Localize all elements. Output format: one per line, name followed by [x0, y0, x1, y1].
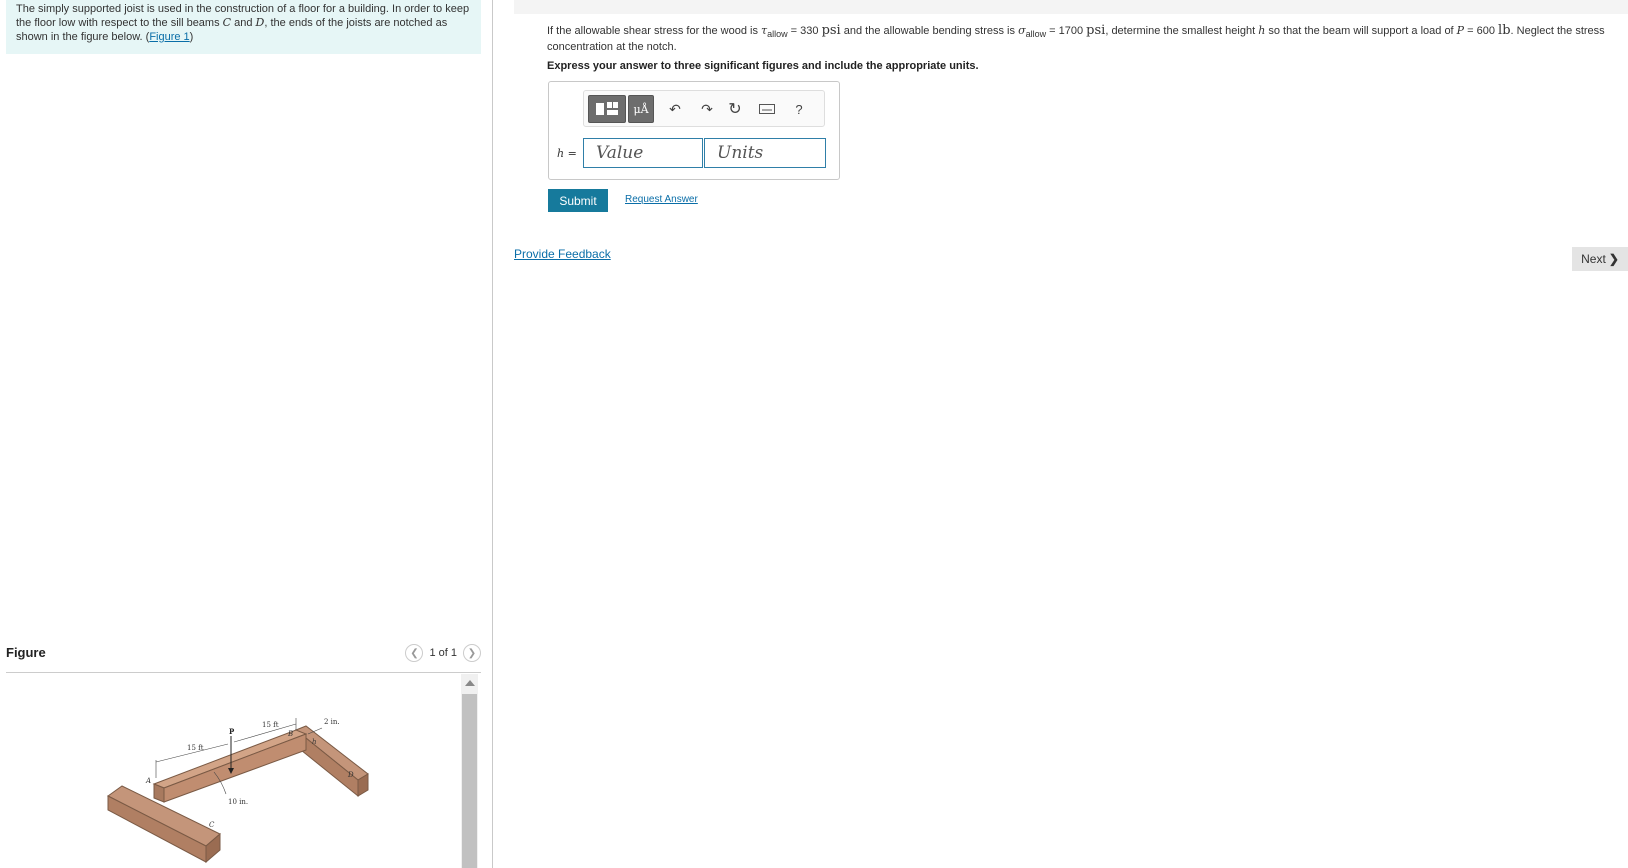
previous-figure-button[interactable]: ❮ — [405, 644, 424, 662]
label-2in: 2 in. — [324, 718, 340, 726]
label-15ft-right: 15 ft — [262, 721, 279, 729]
figure-pager: ❮ 1 of 1 ❯ — [405, 644, 481, 662]
figure-scrollbar[interactable] — [461, 674, 478, 868]
unit-psi-2: psi — [1086, 23, 1106, 38]
keyboard-icon — [759, 104, 775, 114]
chevron-left-icon: ❮ — [410, 647, 419, 659]
submit-button[interactable]: Submit — [548, 189, 608, 212]
label-c: C — [209, 821, 215, 829]
top-strip — [514, 0, 1628, 14]
reset-button[interactable]: ↻ — [724, 95, 746, 123]
label-a: A — [145, 777, 151, 785]
help-button[interactable]: ? — [788, 95, 810, 123]
next-button[interactable]: Next ❯ — [1572, 247, 1628, 271]
keyboard-button[interactable] — [756, 95, 778, 123]
unit-psi-1: psi — [821, 23, 841, 38]
q-text-4: so that the beam will support a load of — [1265, 25, 1457, 37]
help-icon: ? — [795, 101, 803, 117]
label-h: h — [312, 738, 317, 746]
label-10in: 10 in. — [228, 798, 248, 806]
q-value-load: = 600 — [1464, 25, 1499, 37]
q-value-bending: = 1700 — [1046, 25, 1087, 37]
next-figure-button[interactable]: ❯ — [463, 644, 481, 662]
scroll-up-icon[interactable] — [465, 680, 475, 686]
units-button[interactable]: μÅ — [628, 95, 654, 123]
next-label: Next — [1581, 252, 1606, 266]
intro-var-c: C — [222, 16, 232, 29]
problem-intro: The simply supported joist is used in th… — [6, 0, 481, 54]
intro-text-c: ) — [189, 31, 194, 43]
math-toolbar: μÅ ↶ ↷ ↻ ? — [583, 90, 825, 127]
redo-icon: ↷ — [701, 100, 713, 117]
figure-header: Figure ❮ 1 of 1 ❯ — [6, 642, 481, 673]
answer-box: μÅ ↶ ↷ ↻ ? h = — [548, 81, 840, 180]
templates-icon — [596, 102, 618, 115]
figure-viewport: P 15 ft 15 ft 2 in. h B A C D 10 in. — [6, 674, 481, 868]
label-15ft-left: 15 ft — [187, 744, 204, 752]
undo-icon: ↶ — [669, 100, 681, 117]
request-answer-link[interactable]: Request Answer — [625, 194, 698, 205]
sigma-symbol: σ — [1018, 24, 1026, 37]
question-text: If the allowable shear stress for the wo… — [547, 24, 1617, 54]
units-input[interactable] — [704, 138, 826, 168]
reset-icon: ↻ — [728, 101, 742, 118]
answer-label: h = — [557, 146, 577, 160]
q-text-2: and the allowable bending stress is — [840, 25, 1019, 37]
figure-page-count: 1 of 1 — [429, 647, 457, 659]
panel-divider — [492, 0, 493, 868]
tau-subscript: allow — [767, 29, 788, 40]
units-label: μÅ — [633, 102, 649, 116]
label-d: D — [347, 771, 354, 779]
templates-button[interactable] — [588, 95, 626, 123]
left-panel: The simply supported joist is used in th… — [0, 0, 492, 868]
undo-button[interactable]: ↶ — [664, 95, 686, 123]
joist-side — [163, 733, 307, 803]
chevron-right-icon: ❯ — [467, 647, 477, 659]
answer-row: h = — [557, 138, 826, 168]
provide-feedback-link[interactable]: Provide Feedback — [514, 247, 611, 261]
unit-lb: lb — [1498, 23, 1511, 38]
label-b: B — [287, 730, 293, 738]
q-text-3: , determine the smallest height — [1105, 25, 1259, 37]
scroll-thumb[interactable] — [462, 694, 477, 868]
sigma-subscript: allow — [1025, 29, 1047, 40]
answer-instruction: Express your answer to three significant… — [547, 60, 979, 72]
q-value-shear: = 330 — [787, 25, 822, 37]
chevron-right-icon: ❯ — [1608, 252, 1619, 266]
joist-top — [152, 729, 308, 789]
redo-button[interactable]: ↷ — [696, 95, 718, 123]
joist-figure: P 15 ft 15 ft 2 in. h B A C D 10 in. — [107, 718, 369, 864]
intro-text-and: and — [231, 17, 256, 29]
figure-link[interactable]: Figure 1 — [149, 31, 189, 43]
label-p: P — [229, 727, 235, 736]
figure-title: Figure — [6, 645, 46, 660]
value-input[interactable] — [583, 138, 703, 168]
var-p: P — [1456, 24, 1465, 37]
q-text-1: If the allowable shear stress for the wo… — [547, 25, 761, 37]
